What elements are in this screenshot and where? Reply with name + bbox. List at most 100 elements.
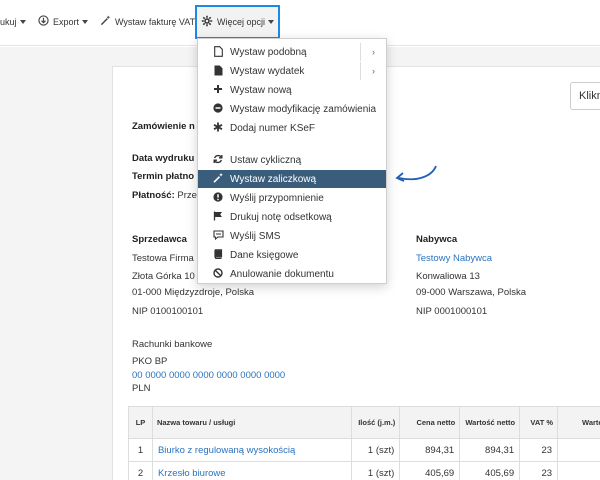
chevron-down-icon <box>19 20 26 24</box>
exclamation-icon <box>210 192 226 204</box>
issue-invoice-button[interactable]: Wystaw fakturę VAT <box>100 12 195 32</box>
annotation-arrow-icon <box>395 165 437 182</box>
menu-item-label: Ustaw cykliczną <box>230 154 302 166</box>
gear-icon <box>201 15 213 30</box>
export-label: Export <box>53 17 80 27</box>
col-name: Nazwa towaru / usługi <box>151 406 353 439</box>
seller-heading: Sprzedawca <box>132 234 187 245</box>
menu-item-cancel-document[interactable]: Anulowanie dokumentu <box>198 265 386 283</box>
payment-line: Płatność: Prze <box>132 190 197 201</box>
buyer-nip: NIP 0001000101 <box>416 306 488 317</box>
row-lp: 1 <box>128 438 153 462</box>
seller-nip: NIP 0100100101 <box>132 306 204 317</box>
col-gross: Warto <box>557 406 600 439</box>
table-header-row: LP Nazwa towaru / usługi Ilość (j.m.) Ce… <box>128 406 600 439</box>
book-icon <box>210 249 226 261</box>
row-qty: 1 (szt) <box>351 461 401 480</box>
wand-icon <box>100 15 111 29</box>
menu-item-send-reminder[interactable]: Wyślij przypomnienie <box>198 189 386 207</box>
menu-item-set-recurring[interactable]: Ustaw cykliczną <box>198 151 386 169</box>
row-lp: 2 <box>128 461 153 480</box>
menu-item-label: Dodaj numer KSeF <box>230 122 316 134</box>
buyer-heading: Nabywca <box>416 234 458 245</box>
issue-invoice-label: Wystaw fakturę VAT <box>115 17 196 27</box>
buyer-name-link[interactable]: Testowy Nabywca <box>416 253 492 264</box>
menu-item-advance-invoice[interactable]: Wystaw zaliczkową <box>198 170 386 188</box>
row-qty: 1 (szt) <box>351 438 401 462</box>
seller-street: Złota Górka 10 <box>132 271 195 282</box>
menu-item-send-sms[interactable]: Wyślij SMS <box>198 227 386 245</box>
row-net-value: 405,69 <box>459 461 521 480</box>
chevron-down-icon <box>268 20 274 24</box>
export-button[interactable]: Export <box>38 12 89 32</box>
print-label: ukuj <box>0 17 17 27</box>
bank-name: PKO BP <box>132 356 168 367</box>
menu-item-label: Wyślij przypomnienie <box>230 192 324 204</box>
items-table: LP Nazwa towaru / usługi Ilość (j.m.) Ce… <box>128 406 600 480</box>
bank-account-link[interactable]: 00 0000 0000 0000 0000 0000 0000 <box>132 370 285 381</box>
payment-label: Płatność: <box>132 190 175 201</box>
document-filled-icon <box>210 65 226 78</box>
seller-city: 01-000 Międzyzdroje, Polska <box>132 287 254 298</box>
ban-icon <box>210 268 226 280</box>
menu-item-label: Drukuj notę odsetkową <box>230 211 332 223</box>
print-button[interactable]: ukuj <box>0 12 26 32</box>
table-row: 1 Biurko z regulowaną wysokością 1 (szt)… <box>128 438 600 462</box>
row-vat: 23 <box>519 461 559 480</box>
menu-item-label: Wystaw nową <box>230 84 292 96</box>
payment-term-label: Termin płatno <box>132 171 195 182</box>
bank-currency: PLN <box>132 383 151 394</box>
row-name-link[interactable]: Krzesło biurowe <box>151 461 353 480</box>
col-vat: VAT % <box>519 406 559 439</box>
menu-item-order-modification[interactable]: Wystaw modyfikację zamówienia <box>198 100 386 118</box>
row-name-link[interactable]: Biurko z regulowaną wysokością <box>151 438 353 462</box>
col-lp: LP <box>128 406 153 439</box>
menu-item-label: Anulowanie dokumentu <box>230 268 334 280</box>
row-net-price: 894,31 <box>399 438 461 462</box>
menu-item-interest-note[interactable]: Drukuj notę odsetkową <box>198 208 386 226</box>
row-gross <box>557 438 600 462</box>
buyer-city: 09-000 Warszawa, Polska <box>416 287 527 298</box>
row-net-value: 894,31 <box>459 438 521 462</box>
menu-item-accounting-data[interactable]: Dane księgowe <box>198 246 386 264</box>
more-options-button[interactable]: Więcej opcji <box>195 5 280 39</box>
col-net-price: Cena netto <box>399 406 461 439</box>
menu-item-label: Wystaw zaliczkową <box>230 173 317 185</box>
chevron-right-icon[interactable]: › <box>360 43 386 61</box>
print-date-label: Data wydruku <box>132 153 195 164</box>
col-net-value: Wartość netto <box>459 406 521 439</box>
row-vat: 23 <box>519 438 559 462</box>
minus-circle-icon <box>210 103 226 115</box>
seller-name: Testowa Firma <box>132 253 194 264</box>
download-icon <box>38 15 49 29</box>
wand-icon <box>210 173 226 185</box>
menu-item-issue-similar[interactable]: Wystaw podobną › <box>198 43 386 61</box>
payment-value: Prze <box>177 190 197 201</box>
menu-item-issue-expense[interactable]: Wystaw wydatek › <box>198 62 386 80</box>
document-action-button[interactable]: Klikn <box>570 82 600 110</box>
col-qty: Ilość (j.m.) <box>351 406 401 439</box>
chevron-right-icon[interactable]: › <box>360 62 386 80</box>
menu-item-label: Wyślij SMS <box>230 230 281 242</box>
sms-icon <box>210 230 226 242</box>
menu-item-add-ksef[interactable]: Dodaj numer KSeF <box>198 119 386 137</box>
menu-item-label: Wystaw wydatek <box>230 65 305 77</box>
order-label: Zamówienie n <box>132 121 195 132</box>
row-net-price: 405,69 <box>399 461 461 480</box>
more-options-menu: Wystaw podobną › Wystaw wydatek › Wystaw… <box>197 38 387 284</box>
plus-icon <box>210 84 226 96</box>
bank-heading: Rachunki bankowe <box>132 339 213 350</box>
menu-item-issue-new[interactable]: Wystaw nową <box>198 81 386 99</box>
flag-icon <box>210 211 226 223</box>
asterisk-icon <box>210 122 226 134</box>
table-row: 2 Krzesło biurowe 1 (szt) 405,69 405,69 … <box>128 461 600 480</box>
document-icon <box>210 45 226 59</box>
buyer-street: Konwaliowa 13 <box>416 271 480 282</box>
chevron-down-icon <box>82 20 89 24</box>
menu-item-label: Wystaw modyfikację zamówienia <box>230 103 377 115</box>
row-gross <box>557 461 600 480</box>
menu-item-label: Wystaw podobną <box>230 46 307 58</box>
menu-item-label: Dane księgowe <box>230 249 299 261</box>
refresh-icon <box>210 154 226 166</box>
more-options-label: Więcej opcji <box>216 17 265 27</box>
